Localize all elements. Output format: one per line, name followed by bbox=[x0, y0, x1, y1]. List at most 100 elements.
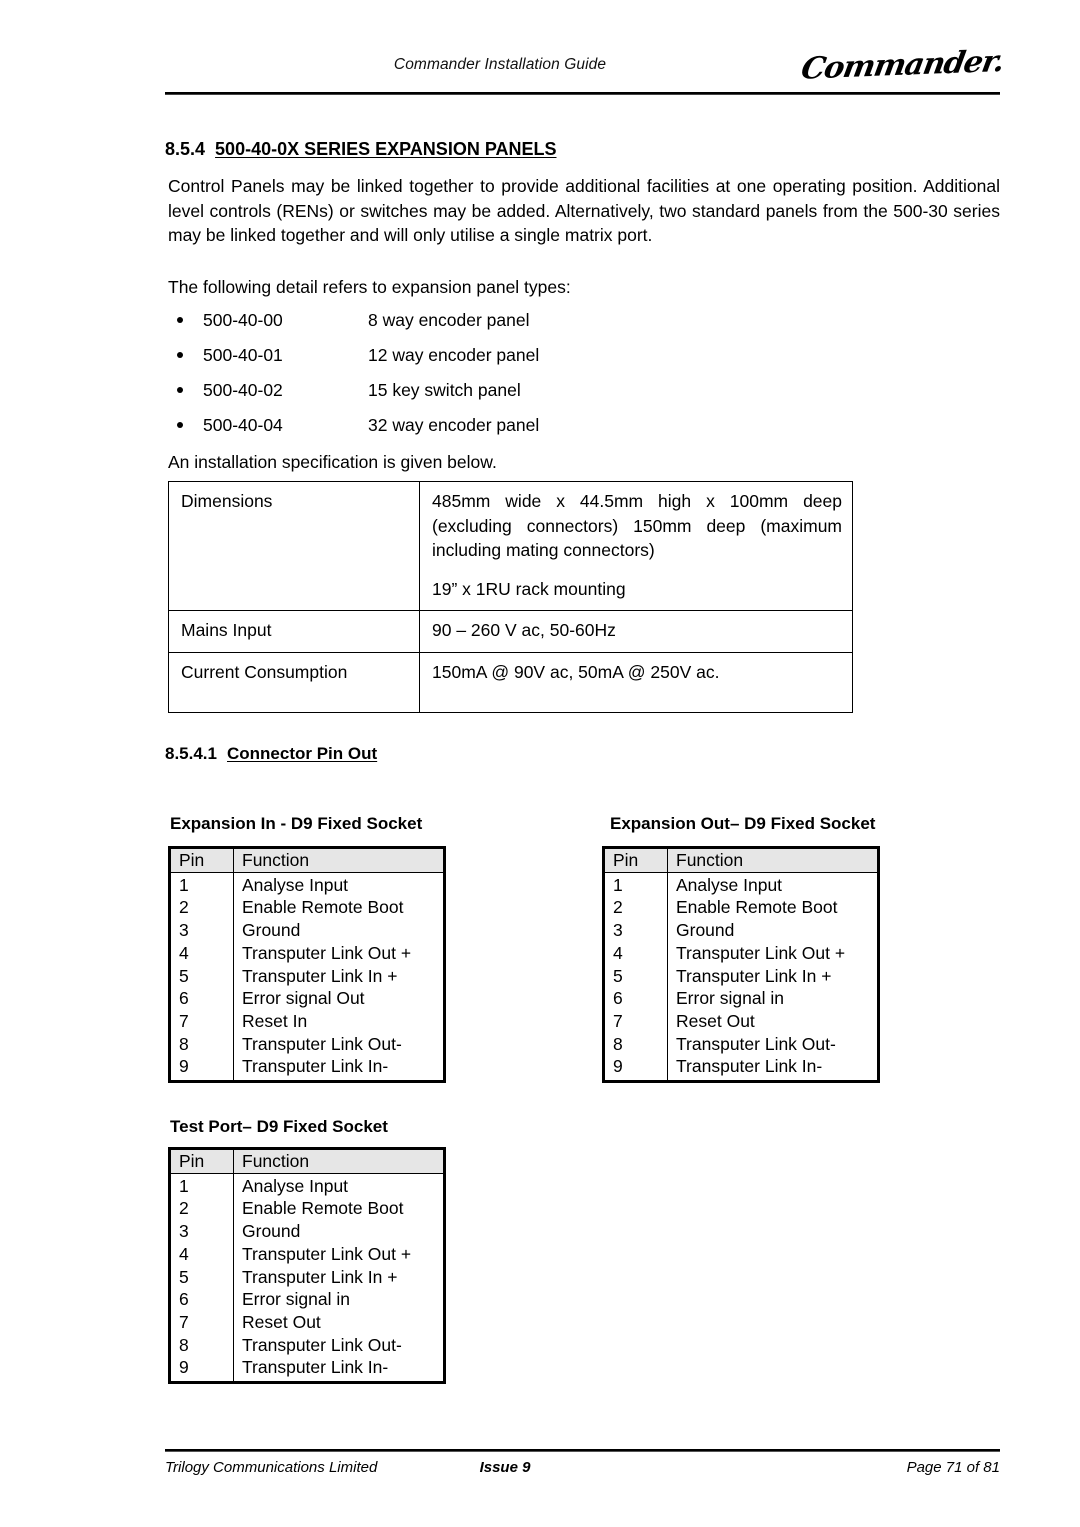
table-row: 2 Enable Remote Boot bbox=[169, 1197, 445, 1221]
pin-function: Ground bbox=[676, 920, 735, 941]
section-number: 8.5.4.1 bbox=[165, 744, 217, 763]
pin-number: 1 bbox=[603, 872, 668, 897]
list-item: 500-40-04 32 way encoder panel bbox=[168, 415, 768, 450]
table-row: Dimensions 485mm wide x 44.5mm high x 10… bbox=[168, 481, 853, 611]
panel-code: 500-40-02 bbox=[203, 380, 283, 400]
spec-value: 90 – 260 V ac, 50-60Hz bbox=[419, 610, 853, 653]
pin-function: Transputer Link Out + bbox=[242, 942, 412, 963]
pin-function: Transputer Link Out- bbox=[242, 1334, 402, 1355]
table-row: 1 Analyse Input bbox=[603, 872, 879, 897]
table-row: 5 Transputer Link In + bbox=[169, 964, 445, 988]
footer-page-number: Page 71 of 81 bbox=[906, 1459, 1000, 1476]
panel-types-list: 500-40-00 8 way encoder panel 500-40-01 … bbox=[168, 310, 768, 450]
pin-number: 5 bbox=[169, 1265, 234, 1289]
section-title: 500-40-0X SERIES EXPANSION PANELS bbox=[215, 139, 557, 159]
pin-number: 6 bbox=[169, 987, 234, 1010]
list-item: 500-40-02 15 key switch panel bbox=[168, 380, 768, 415]
bullet-icon bbox=[177, 317, 183, 323]
pin-function: Ground bbox=[242, 1221, 301, 1242]
pin-number: 7 bbox=[169, 1009, 234, 1033]
column-header-pin: Pin bbox=[603, 847, 668, 873]
installation-specification-table: Dimensions 485mm wide x 44.5mm high x 10… bbox=[168, 481, 853, 713]
pin-number: 3 bbox=[169, 919, 234, 942]
pin-number: 9 bbox=[169, 1055, 234, 1082]
pin-number: 2 bbox=[603, 896, 668, 920]
panel-description: 12 way encoder panel bbox=[368, 345, 540, 365]
spec-note-paragraph: An installation specification is given b… bbox=[168, 452, 497, 472]
table-row: 6 Error signal Out bbox=[169, 987, 445, 1010]
table-row: 5 Transputer Link In + bbox=[169, 1265, 445, 1289]
pin-function: Analyse Input bbox=[676, 874, 783, 895]
spec-value: 150mA @ 90V ac, 50mA @ 250V ac. bbox=[419, 651, 853, 713]
table-row: 4 Transputer Link Out + bbox=[603, 941, 879, 965]
pin-number: 5 bbox=[603, 964, 668, 988]
pin-number: 7 bbox=[169, 1310, 234, 1334]
footer-divider bbox=[165, 1449, 1000, 1452]
panel-code: 500-40-01 bbox=[203, 345, 283, 365]
pin-table-expansion-out: Pin Function 1 Analyse Input 2 Enable Remo… bbox=[602, 846, 880, 1084]
table-row: Mains Input 90 – 260 V ac, 50-60Hz bbox=[168, 610, 853, 653]
table-row: 7 Reset Out bbox=[169, 1310, 445, 1334]
panel-description: 15 key switch panel bbox=[368, 380, 521, 400]
caption-expansion-out: Expansion Out– D9 Fixed Socket bbox=[610, 814, 876, 833]
pin-number: 6 bbox=[603, 987, 668, 1010]
spec-value-line: 19” x 1RU rack mounting bbox=[432, 578, 626, 599]
pin-number: 4 bbox=[603, 941, 668, 965]
pin-number: 6 bbox=[169, 1288, 234, 1311]
section-heading-8-5-4: 8.5.4 500-40-0X SERIES EXPANSION PANELS bbox=[165, 139, 557, 160]
caption-test-port: Test Port– D9 Fixed Socket bbox=[170, 1117, 388, 1136]
table-row: 4 Transputer Link Out + bbox=[169, 1242, 445, 1266]
bullet-icon bbox=[177, 387, 183, 393]
table-row: 9 Transputer Link In- bbox=[169, 1055, 445, 1082]
pin-number: 2 bbox=[169, 896, 234, 920]
pin-function: Analyse Input bbox=[242, 874, 349, 895]
pin-function: Transputer Link In- bbox=[242, 1056, 389, 1077]
pin-number: 9 bbox=[603, 1055, 668, 1082]
pin-function: Error signal in bbox=[676, 988, 784, 1009]
footer-issue: Issue 9 bbox=[479, 1459, 531, 1476]
pin-function: Reset In bbox=[242, 1010, 308, 1031]
spec-label: Mains Input bbox=[168, 610, 420, 653]
pin-function: Transputer Link In- bbox=[676, 1056, 823, 1077]
list-item: 500-40-01 12 way encoder panel bbox=[168, 345, 768, 380]
pin-number: 5 bbox=[169, 964, 234, 988]
pin-number: 1 bbox=[169, 1173, 234, 1198]
commander-logo: Commander. bbox=[798, 44, 1007, 87]
header-title: Commander Installation Guide bbox=[393, 56, 607, 73]
pin-function: Transputer Link Out + bbox=[676, 942, 846, 963]
table-row: Current Consumption 150mA @ 90V ac, 50mA… bbox=[168, 651, 853, 713]
section-title: Connector Pin Out bbox=[227, 744, 378, 763]
section-number: 8.5.4 bbox=[165, 139, 206, 159]
pin-function: Transputer Link Out- bbox=[242, 1033, 402, 1054]
column-header-function: Function bbox=[667, 847, 879, 873]
spec-value: 485mm wide x 44.5mm high x 100mm deep (e… bbox=[419, 481, 853, 611]
table-row: 2 Enable Remote Boot bbox=[603, 896, 879, 920]
pin-function: Transputer Link In + bbox=[242, 1266, 398, 1287]
page-footer: Trilogy Communications Limited Issue 9 P… bbox=[165, 1459, 1000, 1485]
panel-code: 500-40-04 bbox=[203, 415, 283, 435]
column-header-pin: Pin bbox=[169, 1148, 234, 1174]
table-row: 8 Transputer Link Out- bbox=[169, 1333, 445, 1357]
table-row: 3 Ground bbox=[603, 919, 879, 942]
intro-paragraph: Control Panels may be linked together to… bbox=[168, 176, 1000, 245]
panel-description: 32 way encoder panel bbox=[368, 415, 540, 435]
spec-value-line: 485mm wide x 44.5mm high x 100mm deep (e… bbox=[432, 491, 842, 560]
table-row: 4 Transputer Link Out + bbox=[169, 941, 445, 965]
table-row: 5 Transputer Link In + bbox=[603, 964, 879, 988]
table-header-row: Pin Function bbox=[169, 847, 445, 873]
pin-function: Transputer Link Out + bbox=[242, 1243, 412, 1264]
pin-function: Enable Remote Boot bbox=[242, 897, 404, 918]
spec-label: Current Consumption bbox=[168, 651, 420, 713]
table-row: 3 Ground bbox=[169, 1220, 445, 1243]
column-header-function: Function bbox=[233, 1148, 445, 1174]
pin-number: 3 bbox=[603, 919, 668, 942]
table-header-row: Pin Function bbox=[603, 847, 879, 873]
pin-table-expansion-in: Pin Function 1 Analyse Input 2 Enable Remo… bbox=[168, 846, 446, 1084]
pin-function: Error signal in bbox=[242, 1289, 350, 1310]
pin-function: Transputer Link In + bbox=[676, 965, 832, 986]
pin-number: 4 bbox=[169, 941, 234, 965]
pin-function: Enable Remote Boot bbox=[242, 1198, 404, 1219]
pin-function: Enable Remote Boot bbox=[676, 897, 838, 918]
list-item: 500-40-00 8 way encoder panel bbox=[168, 310, 768, 345]
pin-function: Error signal Out bbox=[242, 988, 365, 1009]
